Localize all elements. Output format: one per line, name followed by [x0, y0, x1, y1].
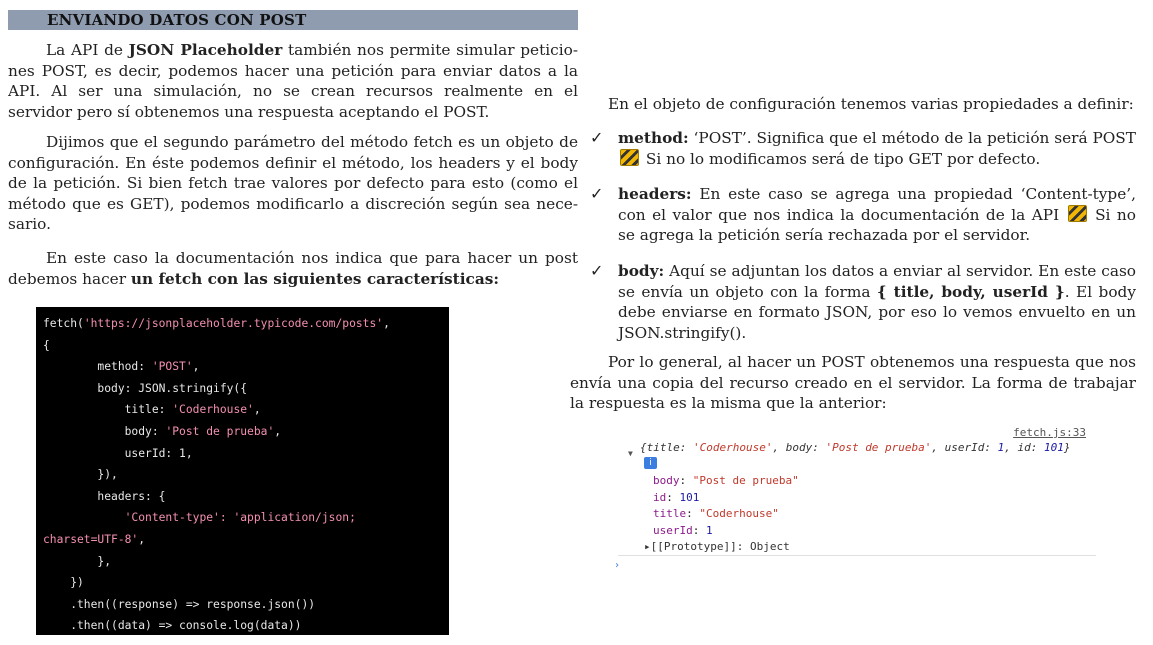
- devtools-console-output: fetch.js:33 ▼ {title: 'Coderhouse', body…: [614, 424, 1096, 574]
- checkmark-icon: ✓: [590, 184, 604, 203]
- method-key: method:: [618, 129, 689, 147]
- code-block-fetch-post: fetch('https://jsonplaceholder.typicode.…: [36, 307, 449, 635]
- console-separator: [618, 555, 1096, 556]
- info-icon: i: [644, 457, 657, 469]
- p1-text-a: La API de: [46, 41, 129, 59]
- body-key: body:: [618, 262, 665, 280]
- section-title: ENVIANDO DATOS CON POST: [47, 11, 307, 29]
- p2-text: Dijimos que el segundo parámetro del mét…: [8, 133, 578, 233]
- paragraph-post-response: Por lo general, al hacer un POST obtenem…: [570, 352, 1136, 414]
- console-row-id: id: 101: [653, 491, 700, 504]
- paragraph-post-characteristics: En este caso la documentación nos indica…: [8, 248, 578, 289]
- headers-key: headers:: [618, 185, 692, 203]
- p3-bold: un fetch con las siguientes característi…: [130, 269, 500, 288]
- console-source-link[interactable]: fetch.js:33: [1013, 426, 1086, 439]
- body-shape: { title, body, userId }: [876, 282, 1065, 301]
- console-row-title: title: "Coderhouse": [653, 507, 779, 520]
- checkmark-icon: ✓: [590, 261, 604, 280]
- paragraph-config-intro: En el objeto de configuración tenemos va…: [608, 95, 1134, 113]
- paragraph-api-simulation: La API de JSON Placeholder también nos p…: [8, 40, 578, 122]
- warning-sign-icon: [620, 148, 639, 166]
- console-object-summary[interactable]: {title: 'Coderhouse', body: 'Post de pru…: [640, 441, 1071, 454]
- p1-bold: JSON Placeholder: [128, 41, 283, 59]
- p-end-text: Por lo general, al hacer un POST obtenem…: [570, 353, 1136, 412]
- checkmark-icon: ✓: [590, 128, 604, 147]
- console-row-body: body: "Post de prueba": [653, 474, 799, 487]
- console-row-userid: userId: 1: [653, 524, 713, 537]
- warning-sign-icon: [1067, 204, 1087, 222]
- console-prompt-icon[interactable]: ›: [614, 560, 620, 571]
- console-row-prototype[interactable]: ▸[[Prototype]]: Object: [644, 540, 790, 553]
- expand-triangle-icon[interactable]: ▼: [628, 449, 633, 458]
- paragraph-fetch-config: Dijimos que el segundo parámetro del mét…: [8, 132, 578, 235]
